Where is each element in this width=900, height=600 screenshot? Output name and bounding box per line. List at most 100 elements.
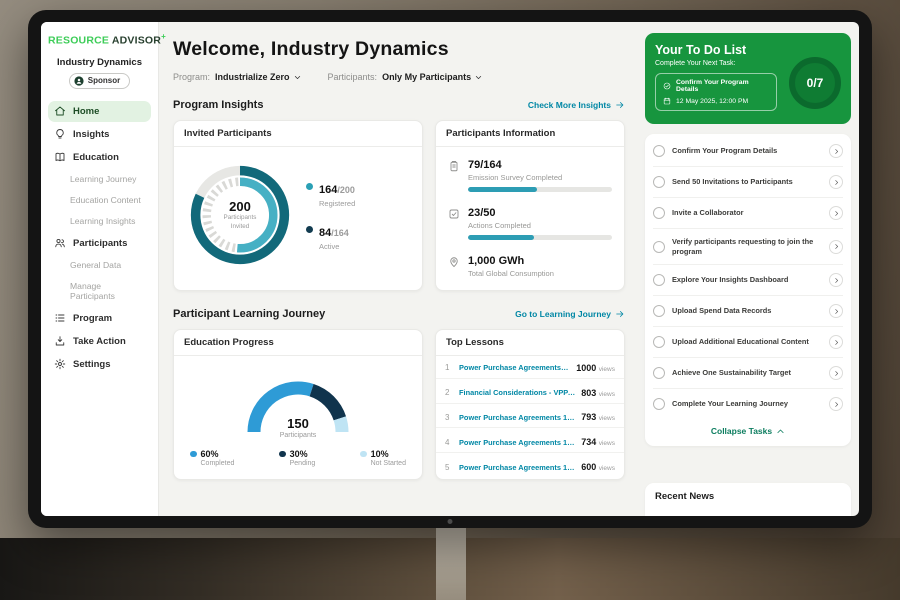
gauge-legend: 60% Completed 30% Pending 10% Not Starte… <box>184 440 412 469</box>
lesson-rank: 4 <box>445 438 453 447</box>
task-chevron-button[interactable] <box>829 175 843 189</box>
completed-label: Completed <box>201 460 235 467</box>
sidebar-item-learning-journey[interactable]: Learning Journey <box>48 170 151 189</box>
task-checkbox[interactable] <box>653 176 665 188</box>
task-checkbox[interactable] <box>653 241 665 253</box>
actions-completed-progress-bar <box>468 235 612 240</box>
participants-filter-value: Only My Participants <box>382 72 471 82</box>
completed-pct: 60% <box>201 449 219 459</box>
registered-total: /200 <box>337 185 355 195</box>
sidebar-item-manage-participants[interactable]: Manage Participants <box>48 277 151 306</box>
check-more-insights-link[interactable]: Check More Insights <box>528 100 625 110</box>
gear-icon <box>54 358 66 370</box>
education-progress-gauge-chart: 150 Participants <box>233 370 363 440</box>
task-label: Upload Spend Data Records <box>672 306 822 316</box>
task-row[interactable]: Verify participants requesting to join t… <box>653 229 843 265</box>
lesson-row: 5 Power Purchase Agreements 103 600 view… <box>436 457 624 477</box>
sponsor-badge-label: Sponsor <box>88 76 120 85</box>
lesson-link[interactable]: Power Purchase Agreements 101 <box>459 363 570 372</box>
task-row[interactable]: Explore Your Insights Dashboard <box>653 265 843 296</box>
task-chevron-button[interactable] <box>829 366 843 380</box>
program-filter-value: Industrialize Zero <box>215 72 290 82</box>
chevron-right-icon <box>833 401 840 408</box>
actions-completed-value: 23/50 <box>468 207 612 219</box>
app-logo: RESOURCE ADVISOR+ <box>48 32 151 47</box>
task-chevron-button[interactable] <box>829 273 843 287</box>
top-lessons-title: Top Lessons <box>436 330 624 356</box>
lesson-views-word: views <box>599 415 615 422</box>
sidebar-item-education[interactable]: Education <box>48 147 151 168</box>
task-checkbox[interactable] <box>653 207 665 219</box>
task-row[interactable]: Upload Additional Educational Content <box>653 327 843 358</box>
sidebar-item-insights[interactable]: Insights <box>48 124 151 145</box>
task-chevron-button[interactable] <box>829 304 843 318</box>
lesson-rank: 2 <box>445 388 453 397</box>
chevron-right-icon <box>833 210 840 217</box>
task-checkbox[interactable] <box>653 274 665 286</box>
lesson-views-count: 803 <box>581 388 596 398</box>
task-checkbox[interactable] <box>653 367 665 379</box>
lesson-link[interactable]: Financial Considerations - VPPAs <box>459 388 575 397</box>
participants-filter-dropdown[interactable]: Only My Participants <box>382 72 483 82</box>
lesson-link[interactable]: Power Purchase Agreements 102 <box>459 438 575 447</box>
task-checkbox[interactable] <box>653 305 665 317</box>
task-row[interactable]: Complete Your Learning Journey <box>653 389 843 419</box>
lesson-rank: 3 <box>445 413 453 422</box>
lightbulb-icon <box>54 128 66 140</box>
lesson-views-word: views <box>599 391 615 398</box>
actions-completed-stat: 23/50 Actions Completed <box>448 207 612 240</box>
participants-information-title: Participants Information <box>436 121 624 147</box>
lesson-link[interactable]: Power Purchase Agreements 103 <box>459 463 575 472</box>
lesson-row: 4 Power Purchase Agreements 102 734 view… <box>436 432 624 453</box>
task-chevron-button[interactable] <box>829 144 843 158</box>
global-consumption-value: 1,000 GWh <box>468 255 612 267</box>
lesson-rank: 1 <box>445 363 453 372</box>
sidebar-item-learning-insights[interactable]: Learning Insights <box>48 212 151 231</box>
participants-filter-label: Participants: <box>328 72 378 82</box>
sidebar-item-general-data[interactable]: General Data <box>48 256 151 275</box>
task-chevron-button[interactable] <box>829 335 843 349</box>
task-checkbox[interactable] <box>653 398 665 410</box>
task-label: Invite a Collaborator <box>672 208 822 218</box>
sidebar: RESOURCE ADVISOR+ Industry Dynamics Spon… <box>41 22 159 516</box>
sidebar-item-program[interactable]: Program <box>48 308 151 329</box>
task-checkbox[interactable] <box>653 336 665 348</box>
sidebar-item-settings[interactable]: Settings <box>48 354 151 375</box>
lesson-row: 2 Financial Considerations - VPPAs 803 v… <box>436 383 624 404</box>
sponsor-badge[interactable]: Sponsor <box>69 73 130 89</box>
sidebar-item-education-content[interactable]: Education Content <box>48 191 151 210</box>
check-square-icon <box>448 208 460 220</box>
task-row[interactable]: Upload Spend Data Records <box>653 296 843 327</box>
program-filter-dropdown[interactable]: Industrialize Zero <box>215 72 302 82</box>
task-list-card: Confirm Your Program Details Send 50 Inv… <box>645 134 851 446</box>
lesson-link[interactable]: Power Purchase Agreements 101 <box>459 413 575 422</box>
chevron-down-icon <box>293 73 302 82</box>
invited-participants-title: Invited Participants <box>174 121 422 147</box>
next-task-label: Confirm Your Program Details <box>676 79 769 93</box>
global-consumption-label: Total Global Consumption <box>468 269 612 278</box>
task-row[interactable]: Send 50 Invitations to Participants <box>653 167 843 198</box>
sidebar-item-home[interactable]: Home <box>48 101 151 122</box>
task-chevron-button[interactable] <box>829 240 843 254</box>
sidebar-item-label: Participants <box>73 238 127 249</box>
task-row[interactable]: Confirm Your Program Details <box>653 136 843 167</box>
task-checkbox[interactable] <box>653 145 665 157</box>
next-task-box[interactable]: Confirm Your Program Details 12 May 2025… <box>655 73 777 111</box>
education-progress-card: Education Progress 150 Participants <box>173 329 423 480</box>
task-row[interactable]: Invite a Collaborator <box>653 198 843 229</box>
education-progress-title: Education Progress <box>174 330 422 356</box>
task-chevron-button[interactable] <box>829 206 843 220</box>
invited-participants-donut-chart: 200 Participants Invited <box>184 159 296 271</box>
collapse-tasks-button[interactable]: Collapse Tasks <box>653 419 843 444</box>
emission-survey-value: 79/164 <box>468 159 612 171</box>
sidebar-item-label: Home <box>73 106 99 117</box>
sidebar-item-take-action[interactable]: Take Action <box>48 331 151 352</box>
task-row[interactable]: Achieve One Sustainability Target <box>653 358 843 389</box>
gauge-center-label: Participants <box>233 432 363 440</box>
task-chevron-button[interactable] <box>829 397 843 411</box>
sidebar-item-participants[interactable]: Participants <box>48 233 151 254</box>
registered-value: 164 <box>319 184 337 196</box>
actions-completed-label: Actions Completed <box>468 221 612 230</box>
collapse-tasks-label: Collapse Tasks <box>711 426 772 436</box>
go-to-learning-journey-link[interactable]: Go to Learning Journey <box>515 309 625 319</box>
